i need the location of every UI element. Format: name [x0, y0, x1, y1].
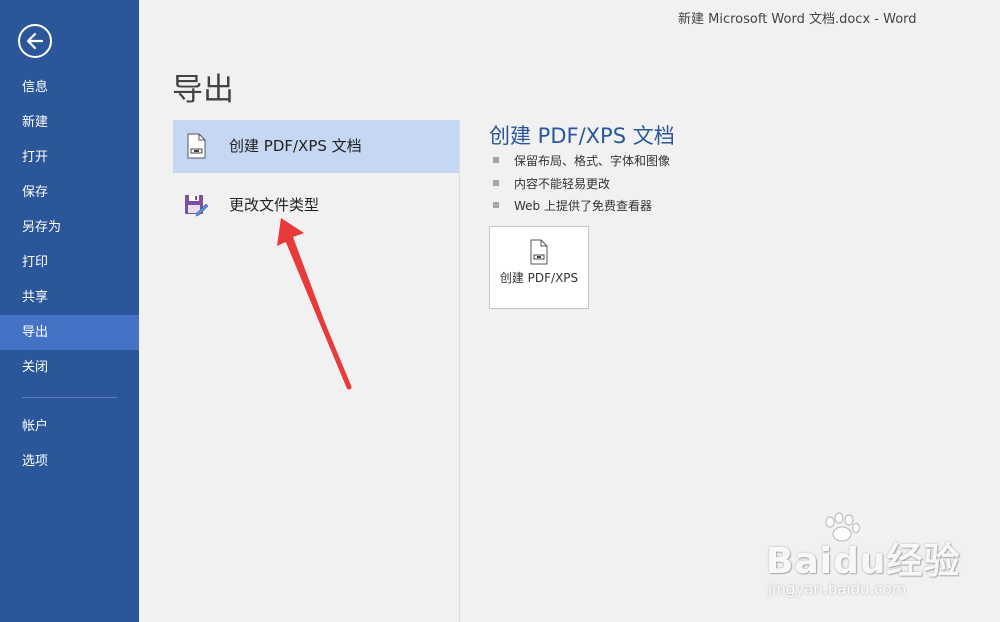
window-title: 新建 Microsoft Word 文档.docx - Word [678, 12, 917, 27]
detail-bullet: 内容不能轻易更改 [493, 174, 670, 197]
sidebar-item-export[interactable]: 导出 [0, 315, 139, 350]
sidebar-item-options[interactable]: 选项 [0, 444, 139, 479]
sidebar-item-account[interactable]: 帐户 [0, 409, 139, 444]
pdf-document-icon [187, 133, 206, 159]
bullet-text: Web 上提供了免费查看器 [514, 199, 652, 213]
create-pdf-xps-button[interactable]: 创建 PDF/XPS [489, 226, 589, 309]
word-export-backstage: 信息 新建 打开 保存 另存为 打印 共享 导出 关闭 帐户 选项 新建 Mic… [0, 0, 1000, 622]
back-button[interactable] [18, 24, 52, 58]
bullet-text: 内容不能轻易更改 [514, 176, 611, 191]
sidebar-item-new[interactable]: 新建 [0, 105, 139, 140]
backstage-sidebar: 信息 新建 打开 保存 另存为 打印 共享 导出 关闭 帐户 选项 [0, 0, 139, 622]
sidebar-item-info[interactable]: 信息 [0, 70, 139, 105]
bullet-text: 保留布局、格式、字体和图像 [514, 154, 671, 168]
sidebar-nav: 信息 新建 打开 保存 另存为 打印 共享 导出 关闭 帐户 选项 [0, 70, 139, 479]
bullet-dot [493, 179, 499, 186]
export-options-list: 创建 PDF/XPS 文档 更改文件类型 [173, 120, 459, 232]
detail-title: 创建 PDF/XPS 文档 [489, 124, 675, 148]
sidebar-divider [22, 397, 117, 398]
watermark-logo: Baidu经验 [766, 541, 961, 582]
option-label-change-file-type: 更改文件类型 [229, 196, 320, 214]
bullet-dot [493, 157, 499, 163]
sidebar-item-close[interactable]: 关闭 [0, 350, 139, 385]
change-file-type-icon [185, 195, 208, 217]
sidebar-item-print[interactable]: 打印 [0, 245, 139, 280]
column-divider [459, 120, 460, 622]
detail-bullet: Web 上提供了免费查看器 [493, 196, 670, 219]
sidebar-item-open[interactable]: 打开 [0, 140, 139, 175]
option-change-file-type[interactable]: 更改文件类型 [173, 179, 459, 232]
sidebar-item-share[interactable]: 共享 [0, 280, 139, 315]
back-arrow-icon [26, 32, 44, 50]
option-create-pdf-xps[interactable]: 创建 PDF/XPS 文档 [173, 120, 459, 173]
detail-bullet: 保留布局、格式、字体和图像 [493, 151, 670, 174]
pdf-document-icon [530, 239, 548, 265]
bullet-dot [493, 202, 499, 208]
detail-bullet-list: 保留布局、格式、字体和图像 内容不能轻易更改 Web 上提供了免费查看器 [493, 151, 670, 219]
create-pdf-xps-button-label: 创建 PDF/XPS [499, 271, 579, 285]
option-label-create-pdf: 创建 PDF/XPS 文档 [229, 137, 362, 155]
baidu-watermark: Baidu经验 jingyan.baidu.com [760, 512, 960, 602]
sidebar-item-save[interactable]: 保存 [0, 175, 139, 210]
sidebar-item-save-as[interactable]: 另存为 [0, 210, 139, 245]
page-title: 导出 [172, 72, 234, 108]
watermark-url: jingyan.baidu.com [768, 580, 907, 598]
